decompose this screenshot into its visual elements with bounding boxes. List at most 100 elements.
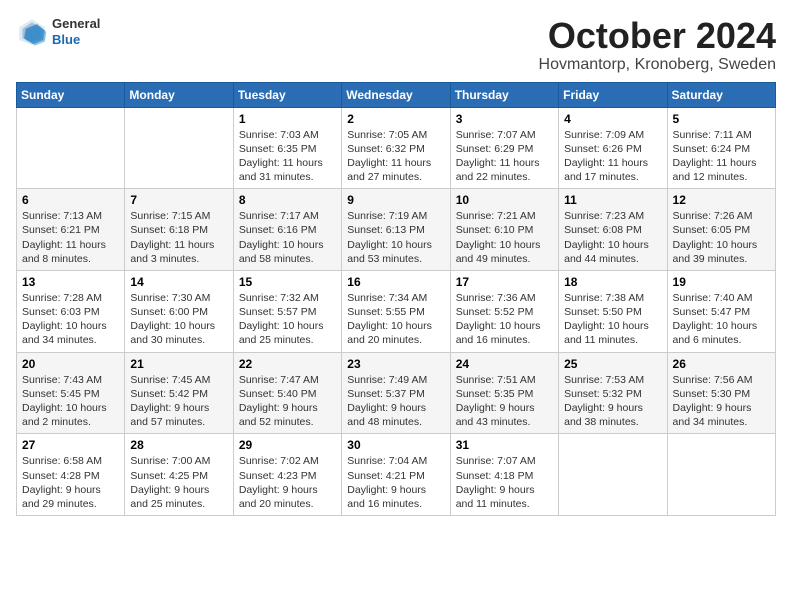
calendar-title: October 2024 xyxy=(539,16,776,56)
calendar-cell: 14Sunrise: 7:30 AM Sunset: 6:00 PM Dayli… xyxy=(125,270,233,352)
day-number: 10 xyxy=(456,193,553,207)
calendar-cell: 22 Sunrise: 7:47 AM Sunset: 5:40 PM Dayli… xyxy=(233,352,341,434)
logo: General Blue xyxy=(16,16,100,48)
calendar-cell: 6Sunrise: 7:13 AM Sunset: 6:21 PM Daylig… xyxy=(17,189,125,271)
day-detail: Sunrise: 7:23 AM Sunset: 6:08 PM Dayligh… xyxy=(564,209,661,266)
day-header-sunday: Sunday xyxy=(17,82,125,107)
calendar-table: SundayMondayTuesdayWednesdayThursdayFrid… xyxy=(16,82,776,516)
day-detail: Sunrise: 7:26 AM Sunset: 6:05 PM Dayligh… xyxy=(673,209,770,266)
calendar-cell xyxy=(125,107,233,189)
day-header-saturday: Saturday xyxy=(667,82,775,107)
calendar-cell: 20 Sunrise: 7:43 AM Sunset: 5:45 PM Dayli… xyxy=(17,352,125,434)
day-number: 21 xyxy=(130,357,227,371)
day-detail: Sunrise: 7:34 AM Sunset: 5:55 PM Dayligh… xyxy=(347,291,444,348)
day-detail: Sunrise: 7:51 AM Sunset: 5:35 PM Dayligh… xyxy=(456,373,553,430)
calendar-cell: 23 Sunrise: 7:49 AM Sunset: 5:37 PM Dayli… xyxy=(342,352,450,434)
calendar-cell: 21 Sunrise: 7:45 AM Sunset: 5:42 PM Dayli… xyxy=(125,352,233,434)
calendar-cell: 31 Sunrise: 7:07 AM Sunset: 4:18 PM Dayli… xyxy=(450,434,558,516)
calendar-cell: 12 Sunrise: 7:26 AM Sunset: 6:05 PM Dayli… xyxy=(667,189,775,271)
day-number: 5 xyxy=(673,112,770,126)
day-detail: Sunrise: 7:45 AM Sunset: 5:42 PM Dayligh… xyxy=(130,373,227,430)
day-number: 7 xyxy=(130,193,227,207)
day-number: 3 xyxy=(456,112,553,126)
day-detail: Sunrise: 7:05 AM Sunset: 6:32 PM Dayligh… xyxy=(347,128,444,185)
day-number: 15 xyxy=(239,275,336,289)
day-detail: Sunrise: 7:47 AM Sunset: 5:40 PM Dayligh… xyxy=(239,373,336,430)
day-detail: Sunrise: 7:19 AM Sunset: 6:13 PM Dayligh… xyxy=(347,209,444,266)
calendar-cell: 3 Sunrise: 7:07 AM Sunset: 6:29 PM Daylig… xyxy=(450,107,558,189)
calendar-cell: 19 Sunrise: 7:40 AM Sunset: 5:47 PM Dayli… xyxy=(667,270,775,352)
logo-blue: Blue xyxy=(52,32,100,48)
calendar-cell: 28 Sunrise: 7:00 AM Sunset: 4:25 PM Dayli… xyxy=(125,434,233,516)
day-detail: Sunrise: 7:49 AM Sunset: 5:37 PM Dayligh… xyxy=(347,373,444,430)
header-row: SundayMondayTuesdayWednesdayThursdayFrid… xyxy=(17,82,776,107)
day-number: 31 xyxy=(456,438,553,452)
day-number: 22 xyxy=(239,357,336,371)
calendar-cell: 7 Sunrise: 7:15 AM Sunset: 6:18 PM Daylig… xyxy=(125,189,233,271)
calendar-body: 1 Sunrise: 7:03 AM Sunset: 6:35 PM Daylig… xyxy=(17,107,776,515)
calendar-cell: 24 Sunrise: 7:51 AM Sunset: 5:35 PM Dayli… xyxy=(450,352,558,434)
calendar-cell: 16Sunrise: 7:34 AM Sunset: 5:55 PM Dayli… xyxy=(342,270,450,352)
day-number: 1 xyxy=(239,112,336,126)
logo-text: General Blue xyxy=(52,16,100,47)
day-detail: Sunrise: 7:04 AM Sunset: 4:21 PM Dayligh… xyxy=(347,454,444,511)
day-header-tuesday: Tuesday xyxy=(233,82,341,107)
calendar-cell: 5 Sunrise: 7:11 AM Sunset: 6:24 PM Daylig… xyxy=(667,107,775,189)
calendar-cell: 27Sunrise: 6:58 AM Sunset: 4:28 PM Dayli… xyxy=(17,434,125,516)
calendar-cell: 1 Sunrise: 7:03 AM Sunset: 6:35 PM Daylig… xyxy=(233,107,341,189)
day-number: 20 xyxy=(22,357,119,371)
day-detail: Sunrise: 7:07 AM Sunset: 6:29 PM Dayligh… xyxy=(456,128,553,185)
day-detail: Sunrise: 7:00 AM Sunset: 4:25 PM Dayligh… xyxy=(130,454,227,511)
day-detail: Sunrise: 7:15 AM Sunset: 6:18 PM Dayligh… xyxy=(130,209,227,266)
day-detail: Sunrise: 7:32 AM Sunset: 5:57 PM Dayligh… xyxy=(239,291,336,348)
day-number: 11 xyxy=(564,193,661,207)
day-detail: Sunrise: 7:28 AM Sunset: 6:03 PM Dayligh… xyxy=(22,291,119,348)
calendar-cell: 4Sunrise: 7:09 AM Sunset: 6:26 PM Daylig… xyxy=(559,107,667,189)
calendar-cell: 11 Sunrise: 7:23 AM Sunset: 6:08 PM Dayli… xyxy=(559,189,667,271)
day-detail: Sunrise: 7:56 AM Sunset: 5:30 PM Dayligh… xyxy=(673,373,770,430)
day-number: 12 xyxy=(673,193,770,207)
day-header-wednesday: Wednesday xyxy=(342,82,450,107)
day-detail: Sunrise: 7:07 AM Sunset: 4:18 PM Dayligh… xyxy=(456,454,553,511)
calendar-cell: 26 Sunrise: 7:56 AM Sunset: 5:30 PM Dayli… xyxy=(667,352,775,434)
day-detail: Sunrise: 7:36 AM Sunset: 5:52 PM Dayligh… xyxy=(456,291,553,348)
week-row-3: 13Sunrise: 7:28 AM Sunset: 6:03 PM Dayli… xyxy=(17,270,776,352)
day-number: 28 xyxy=(130,438,227,452)
week-row-2: 6Sunrise: 7:13 AM Sunset: 6:21 PM Daylig… xyxy=(17,189,776,271)
calendar-cell xyxy=(667,434,775,516)
logo-icon xyxy=(16,16,48,48)
day-header-monday: Monday xyxy=(125,82,233,107)
day-number: 9 xyxy=(347,193,444,207)
calendar-cell: 8Sunrise: 7:17 AM Sunset: 6:16 PM Daylig… xyxy=(233,189,341,271)
calendar-cell: 13Sunrise: 7:28 AM Sunset: 6:03 PM Dayli… xyxy=(17,270,125,352)
day-number: 17 xyxy=(456,275,553,289)
day-number: 23 xyxy=(347,357,444,371)
day-number: 14 xyxy=(130,275,227,289)
calendar-cell: 2Sunrise: 7:05 AM Sunset: 6:32 PM Daylig… xyxy=(342,107,450,189)
day-detail: Sunrise: 7:17 AM Sunset: 6:16 PM Dayligh… xyxy=(239,209,336,266)
day-number: 4 xyxy=(564,112,661,126)
calendar-cell: 15 Sunrise: 7:32 AM Sunset: 5:57 PM Dayli… xyxy=(233,270,341,352)
day-detail: Sunrise: 6:58 AM Sunset: 4:28 PM Dayligh… xyxy=(22,454,119,511)
calendar-cell: 30Sunrise: 7:04 AM Sunset: 4:21 PM Dayli… xyxy=(342,434,450,516)
week-row-4: 20 Sunrise: 7:43 AM Sunset: 5:45 PM Dayli… xyxy=(17,352,776,434)
day-number: 24 xyxy=(456,357,553,371)
page-header: General Blue October 2024 Hovmantorp, Kr… xyxy=(16,16,776,74)
day-number: 19 xyxy=(673,275,770,289)
calendar-location: Hovmantorp, Kronoberg, Sweden xyxy=(539,56,776,74)
day-number: 26 xyxy=(673,357,770,371)
week-row-1: 1 Sunrise: 7:03 AM Sunset: 6:35 PM Daylig… xyxy=(17,107,776,189)
day-detail: Sunrise: 7:11 AM Sunset: 6:24 PM Dayligh… xyxy=(673,128,770,185)
day-number: 6 xyxy=(22,193,119,207)
week-row-5: 27Sunrise: 6:58 AM Sunset: 4:28 PM Dayli… xyxy=(17,434,776,516)
calendar-cell: 9 Sunrise: 7:19 AM Sunset: 6:13 PM Daylig… xyxy=(342,189,450,271)
day-detail: Sunrise: 7:40 AM Sunset: 5:47 PM Dayligh… xyxy=(673,291,770,348)
calendar-cell: 17 Sunrise: 7:36 AM Sunset: 5:52 PM Dayli… xyxy=(450,270,558,352)
day-number: 29 xyxy=(239,438,336,452)
calendar-cell: 10Sunrise: 7:21 AM Sunset: 6:10 PM Dayli… xyxy=(450,189,558,271)
day-detail: Sunrise: 7:43 AM Sunset: 5:45 PM Dayligh… xyxy=(22,373,119,430)
calendar-cell: 25Sunrise: 7:53 AM Sunset: 5:32 PM Dayli… xyxy=(559,352,667,434)
day-detail: Sunrise: 7:03 AM Sunset: 6:35 PM Dayligh… xyxy=(239,128,336,185)
day-header-friday: Friday xyxy=(559,82,667,107)
logo-general: General xyxy=(52,16,100,32)
